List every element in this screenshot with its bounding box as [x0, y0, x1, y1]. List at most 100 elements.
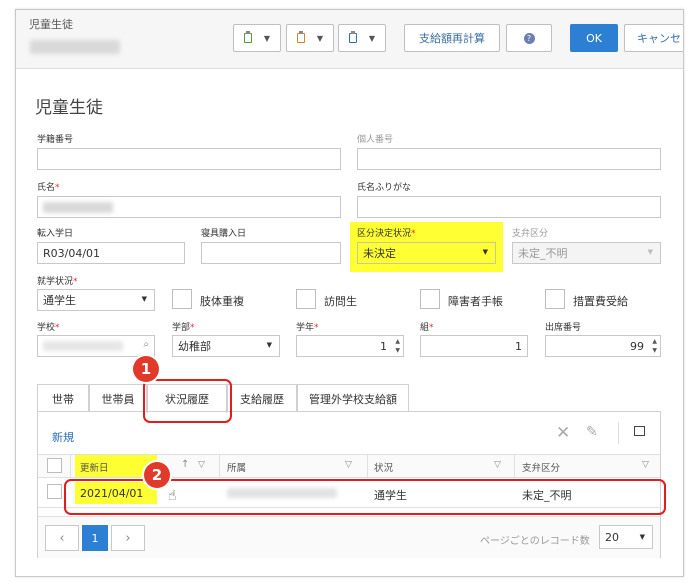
help-button[interactable]: ?	[506, 24, 552, 52]
spinner-arrows-icon[interactable]: ▲ ▼	[395, 337, 400, 355]
chevron-down-icon: ▼	[647, 248, 653, 256]
division-status-label: 区分決定状況*	[357, 226, 416, 239]
dept-value: 幼稚部	[178, 340, 211, 353]
supplies-date-label: 寝具購入日	[201, 229, 247, 239]
school-field[interactable]: ⌕	[37, 335, 155, 357]
blurred-name	[43, 201, 113, 213]
column-header-payment[interactable]: 支弁区分	[522, 460, 560, 474]
select-all-checkbox[interactable]	[47, 458, 62, 473]
supplies-date-field[interactable]	[201, 242, 341, 264]
dept-select[interactable]: 幼稚部 ▼	[172, 335, 280, 357]
callout-badge-1: 1	[133, 356, 159, 382]
delete-icon[interactable]: ✕	[556, 423, 570, 443]
chevron-down-icon: ▼	[316, 33, 324, 43]
column-chooser-icon[interactable]	[634, 426, 645, 436]
seat-no-stepper[interactable]: 99 ▲ ▼	[545, 335, 661, 357]
class-field[interactable]: 1	[420, 335, 528, 357]
record-window: 児童生徒 ▼ ▼ ▼ 支給額再計算 ? OK キャンセ 児童生徒 学籍番号 個人…	[15, 9, 684, 577]
name-field[interactable]	[37, 196, 341, 218]
grade-stepper[interactable]: 1 ▲ ▼	[296, 335, 404, 357]
filter-icon[interactable]: ▽	[494, 460, 501, 470]
edit-pencil-icon[interactable]: ✎	[586, 424, 598, 440]
tab-household[interactable]: 世帯	[37, 384, 89, 412]
grade-label-text: 学年	[296, 323, 315, 333]
column-header-affiliation[interactable]: 所属	[227, 460, 246, 474]
attendance-select[interactable]: 通学生 ▼	[37, 289, 155, 311]
prev-page-button[interactable]: ‹	[45, 525, 79, 551]
filter-icon[interactable]: ▽	[345, 460, 352, 470]
page-1-button[interactable]: 1	[82, 525, 108, 551]
clipboard-orange-icon	[296, 31, 305, 43]
toolbar-divider	[618, 422, 619, 444]
required-mark: *	[429, 323, 434, 333]
seat-no-value: 99	[630, 339, 644, 353]
clipboard-blue-dropdown[interactable]: ▼	[338, 24, 386, 52]
disability-book-checkbox-label: 障害者手帳	[448, 295, 503, 308]
pager: ‹ 1 › ページごとのレコード数 20 ▼	[38, 516, 660, 558]
limb-checkbox[interactable]	[172, 289, 192, 309]
callout-badge-2: 2	[144, 462, 170, 488]
new-record-link[interactable]: 新規	[52, 429, 74, 445]
tab-bar: 世帯 世帯員 状況履歴 支給履歴 管理外学校支給額	[37, 384, 661, 413]
page-size-value: 20	[605, 530, 619, 544]
student-no-field[interactable]	[37, 148, 341, 170]
chevron-down-icon: ▼	[266, 341, 272, 349]
sort-ascending-icon[interactable]: ↑	[181, 459, 189, 470]
tab-household-members[interactable]: 世帯員	[89, 384, 147, 412]
search-icon[interactable]: ⌕	[143, 339, 149, 350]
seat-no-label: 出席番号	[545, 323, 582, 333]
attendance-label: 就学状況*	[37, 274, 78, 287]
class-label: 組*	[420, 320, 434, 333]
personal-no-field[interactable]	[357, 148, 661, 170]
required-mark: *	[55, 323, 60, 333]
clipboard-green-icon	[243, 31, 252, 43]
tab-outside-school-payments[interactable]: 管理外学校支給額	[297, 384, 409, 412]
school-label-text: 学校	[37, 323, 56, 333]
school-label: 学校*	[37, 320, 60, 333]
measure-checkbox[interactable]	[545, 289, 565, 309]
window-header: 児童生徒 ▼ ▼ ▼ 支給額再計算 ? OK キャンセ	[16, 10, 683, 69]
filter-icon[interactable]: ▽	[198, 460, 205, 470]
recalculate-button[interactable]: 支給額再計算	[404, 24, 500, 52]
ok-button[interactable]: OK	[570, 24, 618, 52]
visiting-checkbox[interactable]	[296, 289, 316, 309]
column-divider	[219, 455, 220, 477]
next-page-button[interactable]: ›	[111, 525, 145, 551]
disability-book-checkbox[interactable]	[420, 289, 440, 309]
row-checkbox[interactable]	[47, 484, 62, 499]
grade-value: 1	[380, 339, 387, 353]
window-title: 児童生徒	[29, 18, 73, 31]
page-size-label: ページごとのレコード数	[480, 536, 590, 547]
chevron-down-icon: ▼	[141, 295, 147, 303]
clipboard-orange-dropdown[interactable]: ▼	[286, 24, 334, 52]
grid-header: 更新日 ↑ ▽ 所属 ▽ 状況 ▽ 支弁区分 ▽	[38, 454, 660, 478]
personal-no-label: 個人番号	[357, 135, 394, 145]
required-mark: *	[190, 323, 195, 333]
visiting-checkbox-label: 訪問生	[324, 295, 357, 308]
class-label-text: 組	[420, 323, 430, 333]
column-divider	[514, 455, 515, 477]
clipboard-green-dropdown[interactable]: ▼	[233, 24, 281, 52]
required-mark: *	[411, 229, 416, 239]
limb-checkbox-label: 肢体重複	[200, 295, 244, 308]
filter-icon[interactable]: ▽	[642, 460, 649, 470]
transfer-date-field[interactable]: R03/04/01	[37, 242, 185, 264]
spinner-arrows-icon[interactable]: ▲ ▼	[652, 337, 657, 355]
transfer-date-label: 転入学日	[37, 229, 74, 239]
payment-class-label: 支弁区分	[512, 229, 549, 239]
kana-label: 氏名ふりがな	[357, 183, 412, 193]
column-header-date[interactable]: 更新日	[80, 460, 109, 474]
division-status-select[interactable]: 未決定 ▼	[357, 242, 496, 264]
required-mark: *	[55, 183, 60, 193]
name-label-text: 氏名	[37, 183, 56, 193]
column-divider	[367, 455, 368, 477]
cancel-button[interactable]: キャンセ	[624, 24, 683, 52]
column-header-status[interactable]: 状況	[374, 460, 393, 474]
clipboard-blue-icon	[348, 31, 357, 43]
attendance-value: 通学生	[43, 294, 76, 307]
payment-class-select[interactable]: 未定_不明 ▼	[512, 242, 661, 264]
page-size-select[interactable]: 20 ▼	[599, 525, 653, 549]
tab-payment-history[interactable]: 支給履歴	[227, 384, 297, 412]
kana-field[interactable]	[357, 196, 661, 218]
measure-checkbox-label: 措置費受給	[573, 295, 628, 308]
